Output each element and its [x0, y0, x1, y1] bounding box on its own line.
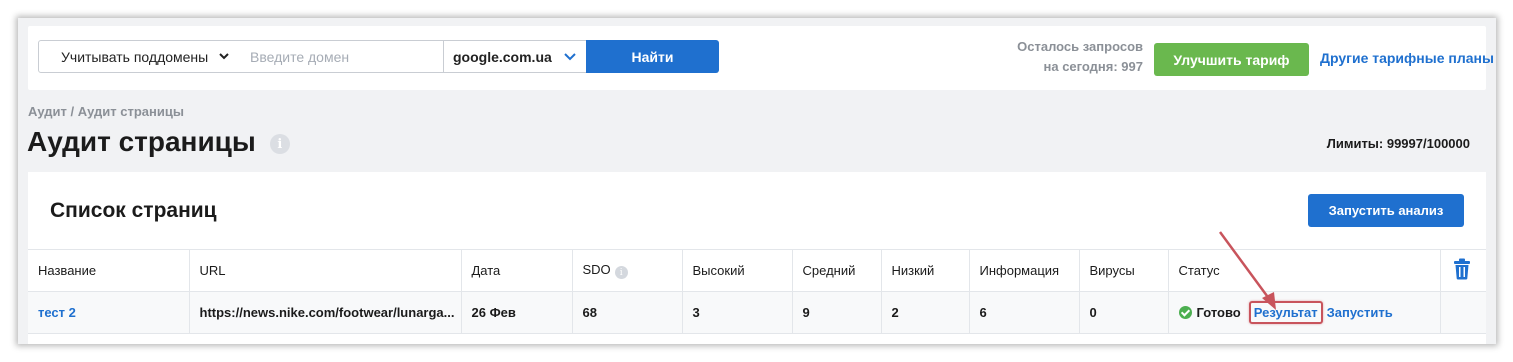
chevron-down-icon [219, 53, 229, 60]
cell-url: https://news.nike.com/footwear/lunarga..… [188, 291, 462, 334]
limits-counter: Лимиты: 99997/100000 [1326, 136, 1470, 151]
col-header-url[interactable]: URL [188, 249, 462, 292]
cell-info: 6 [968, 291, 1080, 334]
col-header-viruses[interactable]: Вирусы [1078, 249, 1169, 292]
page-title-text: Аудит страницы [27, 126, 256, 157]
col-header-info[interactable]: Информация [968, 249, 1080, 292]
col-header-medium[interactable]: Средний [791, 249, 882, 292]
page-title: Аудит страницы i [27, 126, 290, 158]
info-icon[interactable]: i [614, 266, 628, 280]
col-header-low[interactable]: Низкий [880, 249, 970, 292]
search-engine-value: google.com.ua [453, 48, 552, 65]
requests-remaining: Осталось запросов на сегодня: 997 [988, 37, 1143, 77]
cell-viruses: 0 [1078, 291, 1169, 334]
upgrade-plan-button[interactable]: Улучшить тариф [1154, 43, 1309, 76]
cell-low: 2 [880, 291, 970, 334]
run-link[interactable]: Запустить [1327, 305, 1393, 320]
run-analysis-button[interactable]: Запустить анализ [1308, 194, 1464, 227]
col-header-status[interactable]: Статус [1167, 249, 1441, 292]
annotation-arrow [1218, 231, 1276, 310]
col-header-sdo[interactable]: SDO i [571, 249, 683, 292]
cell-status: Готово Результат Запустить [1167, 291, 1441, 334]
domain-input[interactable] [239, 40, 444, 73]
app-frame: Учитывать поддомены google.com.ua Найти … [18, 18, 1496, 344]
search-button[interactable]: Найти [586, 40, 719, 73]
info-icon[interactable]: i [269, 134, 290, 154]
card-title: Список страниц [50, 199, 217, 222]
cell-medium: 9 [791, 291, 882, 334]
subdomains-dropdown[interactable]: Учитывать поддомены [38, 40, 240, 73]
cell-name: тест 2 [28, 291, 190, 334]
quota-line-1: Осталось запросов [1017, 39, 1143, 54]
trash-icon[interactable] [1453, 258, 1471, 280]
quota-line-2: на сегодня: 997 [1043, 59, 1144, 74]
cell-sdo: 68 [571, 291, 683, 334]
chevron-down-icon [564, 53, 576, 61]
col-header-sdo-label: SDO [582, 261, 611, 277]
search-engine-dropdown[interactable]: google.com.ua [443, 40, 587, 73]
subdomains-label: Учитывать поддомены [61, 48, 209, 65]
col-header-high[interactable]: Высокий [681, 249, 793, 292]
search-bar: Учитывать поддомены google.com.ua Найти … [28, 26, 1494, 90]
col-header-name[interactable]: Название [28, 249, 190, 292]
col-header-date[interactable]: Дата [460, 249, 573, 292]
cell-actions [1439, 291, 1486, 334]
page-name-link[interactable]: тест 2 [38, 305, 76, 320]
col-header-delete [1439, 249, 1486, 292]
breadcrumb[interactable]: Аудит / Аудит страницы [28, 104, 184, 119]
other-plans-link[interactable]: Другие тарифные планы [1320, 50, 1494, 66]
cell-date: 26 Фев [460, 291, 573, 334]
check-circle-icon [1178, 306, 1192, 319]
cell-high: 3 [681, 291, 793, 334]
